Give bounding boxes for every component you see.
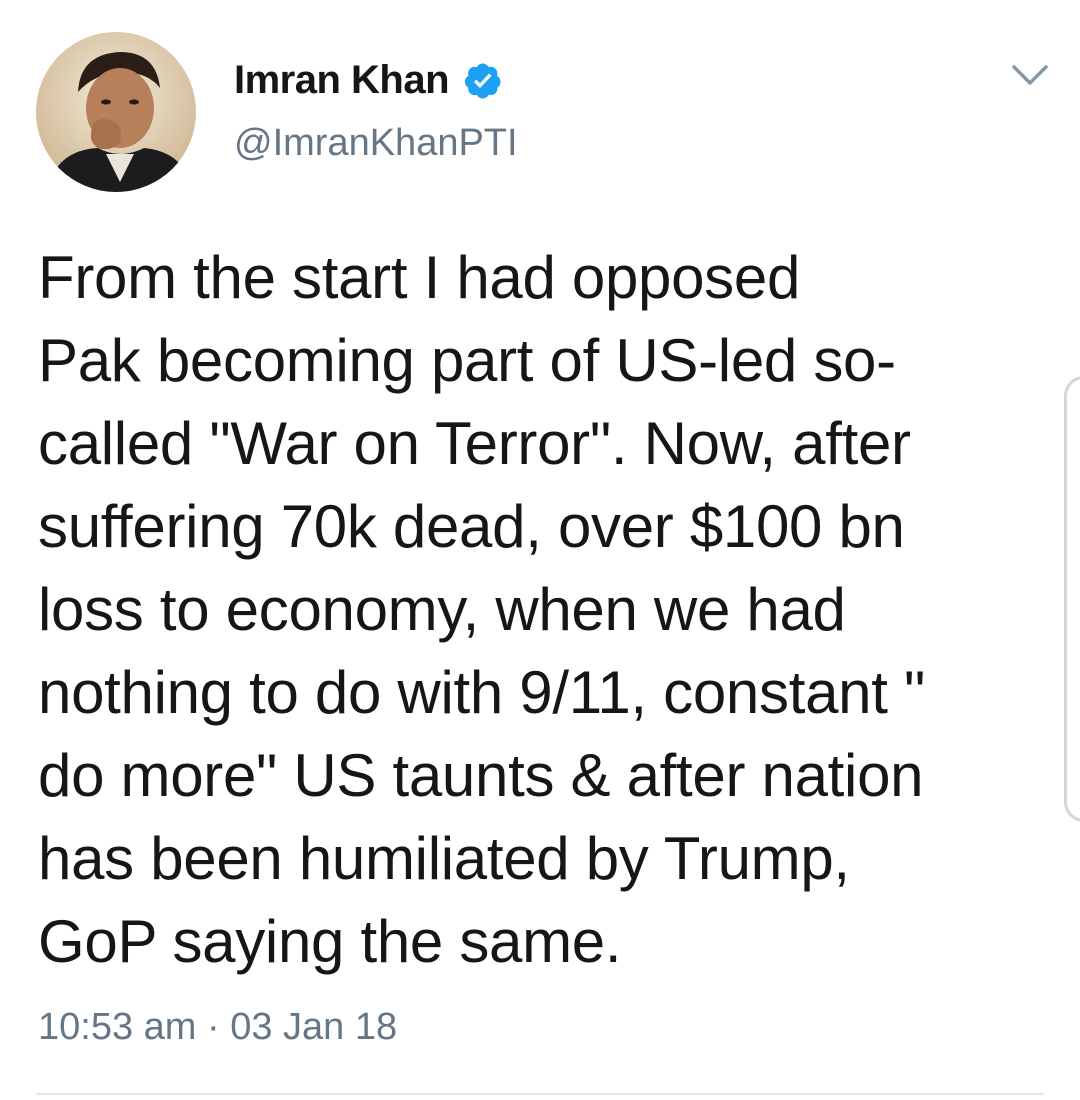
- scrollbar-edge[interactable]: [1064, 376, 1080, 822]
- profile-photo-icon: [36, 32, 196, 192]
- tweet-timestamp[interactable]: 10:53 am · 03 Jan 18: [38, 1006, 397, 1049]
- tweet-text: From the start I had opposed Pak becomin…: [38, 244, 925, 975]
- avatar[interactable]: [36, 32, 196, 192]
- verified-badge-icon: [463, 61, 503, 101]
- divider: [36, 1093, 1044, 1095]
- author-row: Imran Khan: [234, 58, 503, 103]
- author-handle[interactable]: @ImranKhanPTI: [234, 122, 518, 165]
- display-name[interactable]: Imran Khan: [234, 58, 450, 103]
- chevron-down-icon[interactable]: [1010, 62, 1050, 88]
- tweet-card: Imran Khan @ImranKhanPTI From the start …: [0, 0, 1080, 1100]
